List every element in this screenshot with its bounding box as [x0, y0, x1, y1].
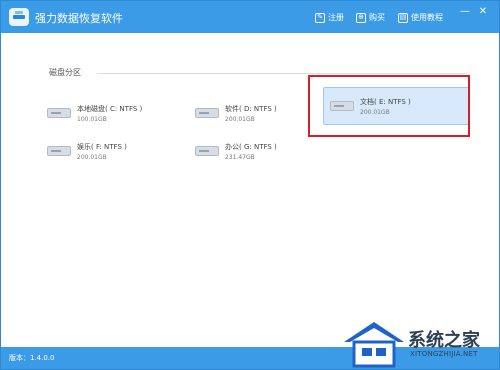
close-button[interactable]: ✕: [477, 6, 489, 18]
drive-item-f[interactable]: 娱乐( F: NTFS ) 200.01GB: [41, 133, 161, 169]
drive-size: 231.47GB: [225, 153, 255, 161]
cart-icon: ⊕: [356, 12, 366, 23]
watermark: 系统之家 XITONGZHIJIA.NET: [338, 318, 500, 370]
section-title: 磁盘分区: [49, 68, 81, 77]
drive-size: 200.01GB: [225, 115, 255, 123]
drive-size: 200.01GB: [77, 153, 107, 161]
watermark-url: XITONGZHIJIA.NET: [410, 350, 478, 358]
book-icon: ▤: [398, 12, 408, 23]
hard-drive-icon: [47, 146, 71, 156]
drive-item-g[interactable]: 办公( G: NTFS ) 231.47GB: [189, 133, 309, 169]
register-label: 注册: [328, 13, 344, 22]
house-logo-icon: [344, 322, 404, 368]
version-label: 版本：1.4.0.0: [9, 354, 55, 362]
hard-drive-icon: [47, 108, 71, 118]
title-bar: 强力数据恢复软件 ✎ 注册 ⊕ 购买 ▤ 使用教程 — ✕: [1, 1, 499, 33]
section-divider: [97, 73, 465, 74]
buy-button[interactable]: ⊕ 购买: [356, 11, 385, 24]
drive-item-d[interactable]: 软件( D: NTFS ) 200.01GB: [189, 95, 309, 131]
selection-highlight-box: [308, 75, 470, 137]
drive-item-c[interactable]: 本地磁盘( C: NTFS ) 100.01GB: [41, 95, 161, 131]
hard-drive-icon: [195, 146, 219, 156]
minimize-button[interactable]: —: [459, 6, 471, 18]
drive-size: 100.01GB: [77, 115, 107, 123]
tutorial-label: 使用教程: [411, 13, 443, 22]
app-logo-icon: [9, 8, 29, 26]
tutorial-button[interactable]: ▤ 使用教程: [398, 11, 443, 24]
register-icon: ✎: [315, 12, 325, 23]
drive-name: 软件( D: NTFS ): [225, 104, 277, 113]
app-window: 强力数据恢复软件 ✎ 注册 ⊕ 购买 ▤ 使用教程 — ✕ 磁盘分区 本地磁盘(…: [0, 0, 500, 370]
watermark-brand: 系统之家: [408, 330, 480, 351]
hard-drive-icon: [195, 108, 219, 118]
buy-label: 购买: [369, 13, 385, 22]
drive-name: 本地磁盘( C: NTFS ): [77, 104, 143, 113]
drive-name: 办公( G: NTFS ): [225, 142, 277, 151]
register-button[interactable]: ✎ 注册: [315, 11, 344, 24]
app-title: 强力数据恢复软件: [35, 12, 123, 25]
drive-name: 娱乐( F: NTFS ): [77, 142, 127, 151]
